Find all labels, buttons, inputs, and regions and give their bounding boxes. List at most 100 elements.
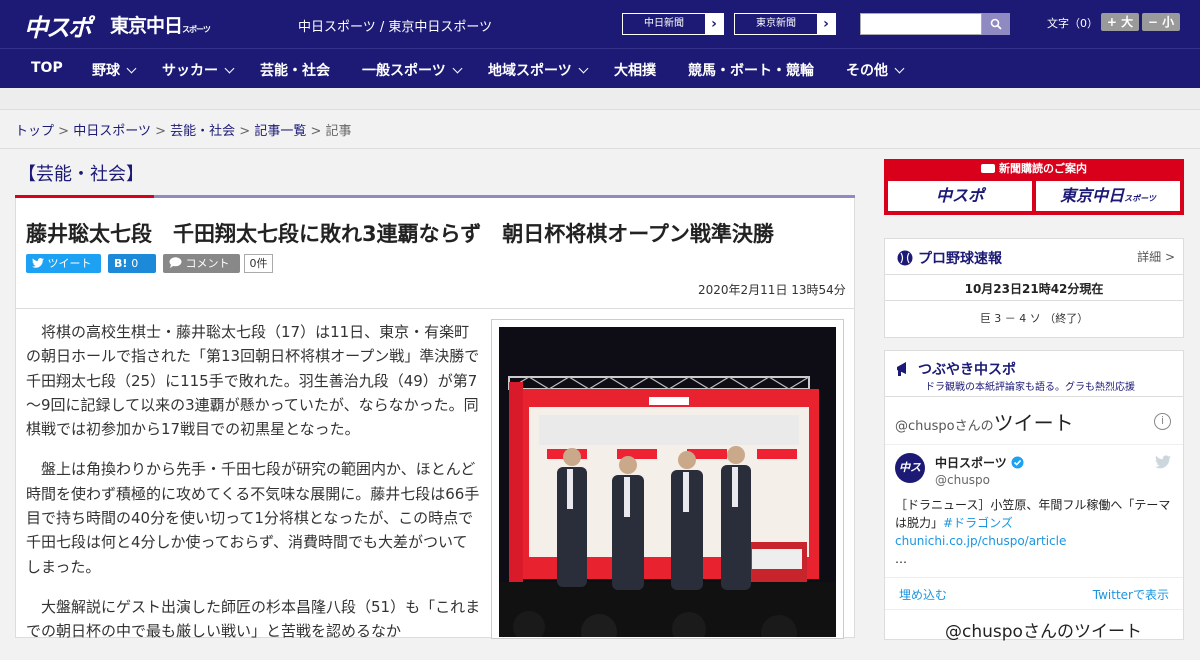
nav-item-soccer[interactable]: サッカー [162,60,235,80]
chevron-right-icon: › [817,14,835,34]
breadcrumb-entertainment[interactable]: 芸能・社会 [170,124,235,139]
chevron-down-icon [224,63,235,74]
baseball-icon [897,250,913,266]
tweets-by-prefix: @chuspoさんの [895,419,994,434]
main-nav: TOP 野球 サッカー 芸能・社会 一般スポーツ 地域スポーツ 大相撲 競馬・ボ… [0,48,1200,88]
sub-nav-band [0,88,1200,110]
divider [885,577,1183,578]
subscription-header-text: 新聞購読のご案内 [999,162,1087,175]
nav-label: 野球 [92,63,120,79]
chunichi-shimbun-label: 中日新聞 [644,18,684,29]
tweet-button[interactable]: ツイート [26,254,101,273]
article-paragraph: 将棋の高校生棋士・藤井聡太七段（17）は11日、東京・有楽町の朝日ホールで指され… [26,323,480,439]
nav-label: 競馬・ボート・競輪 [688,63,814,79]
nav-label: TOP [31,60,63,76]
tokyo-chunichi-logo[interactable]: 東京中日スポーツ [110,11,211,37]
breadcrumb-separator: > [239,124,251,139]
breadcrumb-current: 記事 [325,124,352,139]
subscription-banner-header: 新聞購読のご案内 [884,159,1184,178]
avatar[interactable]: 中スポ [895,453,925,504]
article-body: 将棋の高校生棋士・藤井聡太七段（17）は11日、東京・有楽町の朝日ホールで指され… [26,320,482,660]
font-bigger-button[interactable]: + 大 [1101,13,1139,31]
nav-item-local-sports[interactable]: 地域スポーツ [488,60,589,80]
search-input[interactable] [860,13,982,35]
tweet-account-handle[interactable]: @chuspo [935,473,990,487]
chunichi-shimbun-button[interactable]: 中日新聞 › [622,13,724,35]
divider [0,148,1200,149]
chevron-down-icon [126,63,137,74]
breadcrumb-top[interactable]: トップ [15,124,54,139]
nav-label: 芸能・社会 [260,63,330,79]
info-icon[interactable]: i [1154,413,1171,430]
nav-label: 一般スポーツ [362,63,446,79]
subscription-banner[interactable]: 新聞購読のご案内 中スポ 東京中日スポーツ [884,159,1184,215]
divider [885,300,1183,301]
twitter-bird-icon [32,258,44,268]
nav-item-sumo[interactable]: 大相撲 [614,60,656,80]
article-photo[interactable] [499,327,836,637]
nav-label: 大相撲 [614,63,656,79]
tweet-account-name-text: 中日スポーツ [935,456,1007,470]
pro-baseball-widget: プロ野球速報 詳細 > 10月23日21時42分現在 巨 3 － 4 ソ （終了… [884,238,1184,338]
chevron-down-icon [452,63,463,74]
shogi-players-on-stage-image [499,327,836,637]
nav-item-top[interactable]: TOP [31,60,63,76]
twitter-bird-icon[interactable] [1155,455,1171,469]
tweet-account-name[interactable]: 中日スポーツ [935,454,1024,471]
nav-item-baseball[interactable]: 野球 [92,60,137,80]
chevron-right-icon: › [705,14,723,34]
twitter-widget-title: つぶやき中スポ [895,359,1016,379]
breadcrumb-article-list[interactable]: 記事一覧 [254,124,306,139]
search-icon [990,18,1002,30]
twitter-widget-subtitle: ドラ観戦の本紙評論家も語る。グラも熱烈応援 [925,382,1135,393]
breadcrumb-chunichi-sports[interactable]: 中日スポーツ [73,124,151,139]
tweets-by-title: ツイート [993,411,1074,435]
tweet-text: ［ドラニュース］小笠原、年間フル稼働へ「テーマは脱力」#ドラゴンズchunich… [895,496,1175,568]
nav-item-general-sports[interactable]: 一般スポーツ [362,60,463,80]
site-links[interactable]: 中日スポーツ / 東京中日スポーツ [298,16,492,35]
verified-badge-icon [1011,456,1024,469]
tokyo-subscribe-text: 東京中日 [1060,186,1125,205]
megaphone-icon [897,362,906,376]
hatena-bookmark-button[interactable]: B! 0 [108,254,156,273]
hatena-count: 0 [131,257,139,270]
site-header: 中スポ 東京中日スポーツ 中日スポーツ / 東京中日スポーツ 中日新聞 › 東京新… [0,0,1200,48]
font-smaller-button[interactable]: − 小 [1142,13,1180,31]
tokyo-chunichi-subscribe-logo[interactable]: 東京中日スポーツ [1036,181,1180,211]
breadcrumb: トップ > 中日スポーツ > 芸能・社会 > 記事一覧 > 記事 [15,120,352,139]
view-on-twitter-link[interactable]: Twitterで表示 [1093,586,1169,603]
pro-baseball-score[interactable]: 巨 3 － 4 ソ （終了） [885,310,1183,326]
divider [885,274,1183,275]
tokyo-shimbun-button[interactable]: 東京新聞 › [734,13,836,35]
newspaper-icon [981,164,995,173]
tweet-button-label: ツイート [47,257,92,270]
divider [885,444,1183,445]
chunichi-sports-logo[interactable]: 中スポ [24,8,100,42]
nav-label: その他 [846,63,888,79]
tweet-ellipsis: … [895,552,907,566]
tokyo-logo-text: 東京中日 [110,15,183,37]
breadcrumb-separator: > [155,124,166,139]
pro-baseball-title-text: プロ野球速報 [918,251,1002,267]
comment-button[interactable]: コメント [163,254,240,273]
speech-bubble-icon [169,257,182,268]
nav-item-entertainment[interactable]: 芸能・社会 [260,60,330,80]
article-date: 2020年2月11日 13時54分 [698,283,846,297]
twitter-widget-title-text: つぶやき中スポ [918,362,1016,378]
pro-baseball-detail-link[interactable]: 詳細 > [1137,248,1175,265]
divider [16,308,854,309]
hatena-label: B! [114,257,128,270]
chunichi-sports-subscribe-logo[interactable]: 中スポ [888,181,1032,211]
search-button[interactable] [982,13,1010,35]
tweets-by-header[interactable]: @chuspoさんのツイート [895,407,1074,436]
tokyo-shimbun-label: 東京新聞 [756,18,796,29]
font-size-label: 文字（0） [1047,17,1098,30]
nav-item-racing[interactable]: 競馬・ボート・競輪 [688,60,814,80]
embed-link[interactable]: 埋め込む [899,586,947,603]
chevron-down-icon [894,63,905,74]
twitter-widget: つぶやき中スポ ドラ観戦の本紙評論家も語る。グラも熱烈応援 @chuspoさんの… [884,350,1184,642]
nav-item-other[interactable]: その他 [846,60,905,80]
article-photo-frame [491,319,844,639]
tokyo-subscribe-small: スポーツ [1124,194,1156,203]
comment-count: 0件 [244,254,273,273]
